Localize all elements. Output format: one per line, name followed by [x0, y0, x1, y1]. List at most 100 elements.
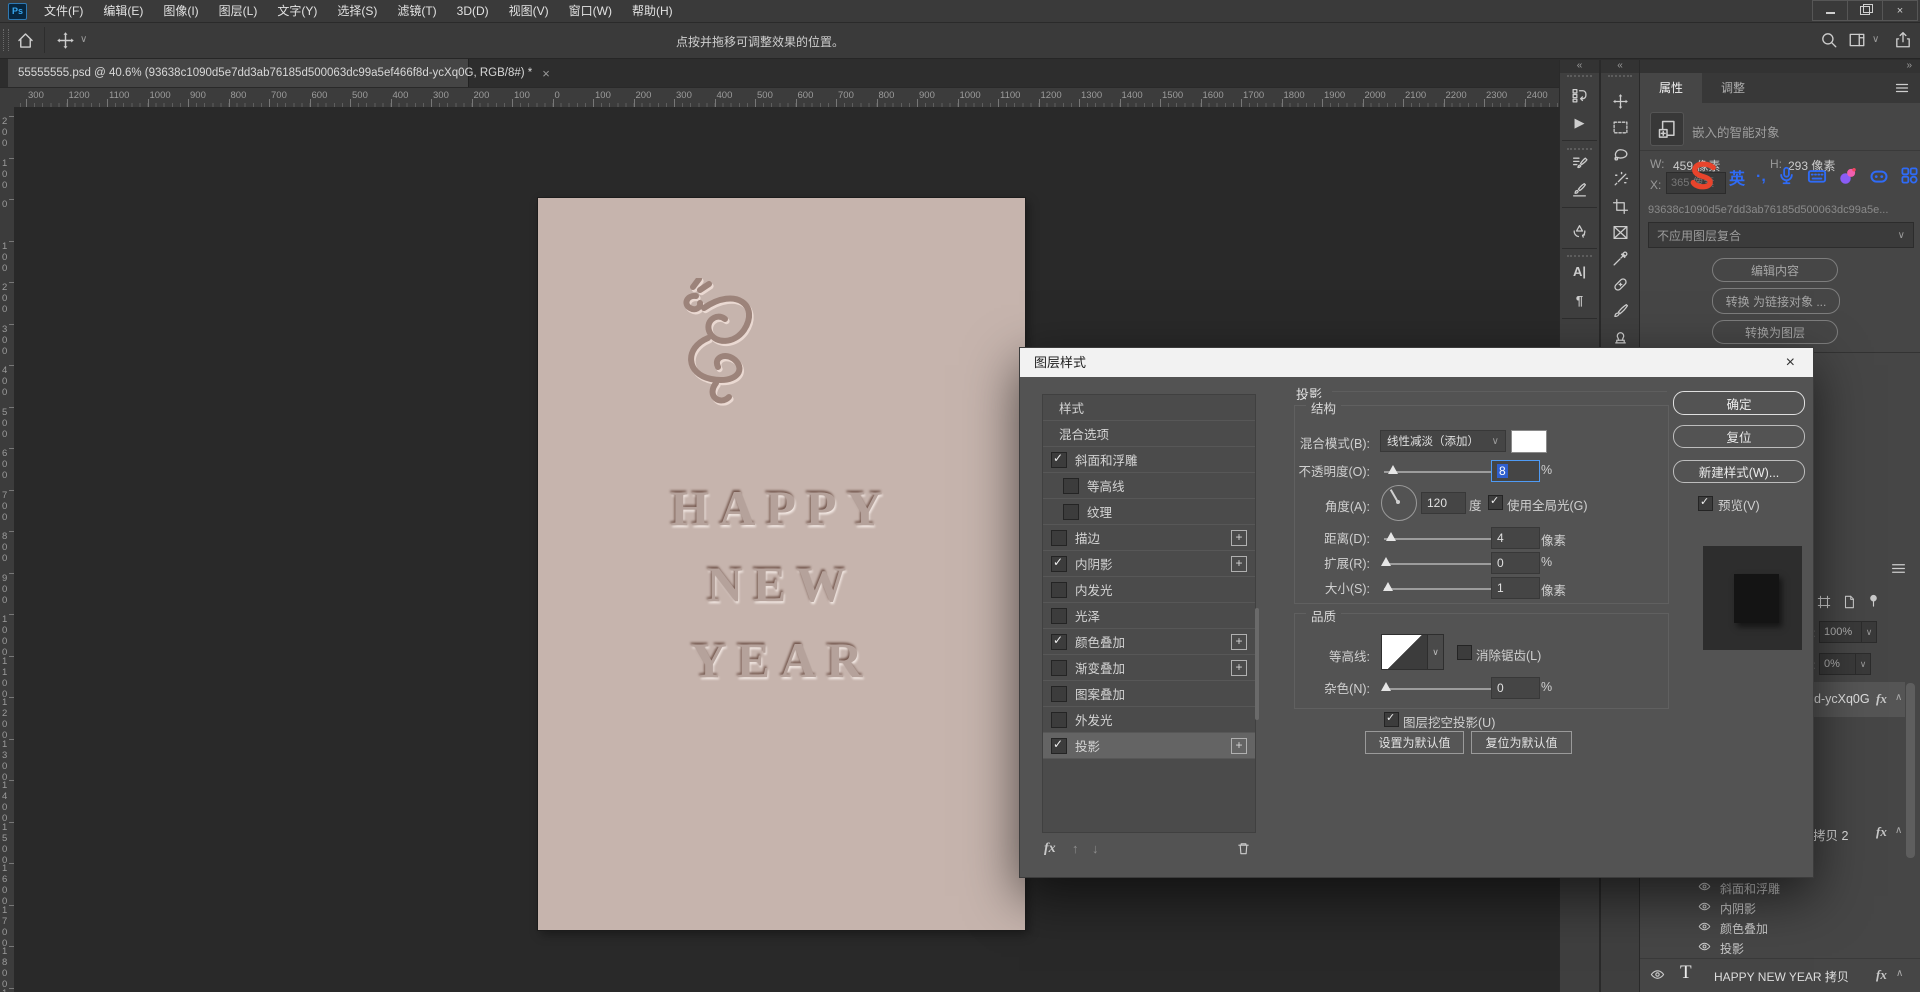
- global-light-checkbox[interactable]: [1488, 495, 1503, 510]
- distance-slider-thumb[interactable]: [1386, 532, 1396, 541]
- workspace-chevron[interactable]: ∨: [1872, 34, 1879, 45]
- shadow-color-swatch[interactable]: [1511, 430, 1547, 453]
- knockout-checkbox[interactable]: [1384, 712, 1399, 727]
- collapse-effects-icon[interactable]: ∧: [1895, 825, 1902, 836]
- skin-icon[interactable]: [1838, 166, 1858, 189]
- sogou-logo-icon[interactable]: [1688, 161, 1718, 194]
- menubar-item[interactable]: 选择(S): [327, 0, 387, 22]
- preview-checkbox[interactable]: [1698, 496, 1713, 511]
- actions-panel-icon[interactable]: ▶: [1568, 112, 1592, 134]
- style-row[interactable]: 外发光: [1043, 707, 1255, 733]
- move-effect-up-button[interactable]: ↑: [1072, 841, 1079, 856]
- noise-slider[interactable]: [1384, 688, 1501, 690]
- collapse-panels-icon[interactable]: «: [1560, 60, 1599, 73]
- close-button[interactable]: ×: [1882, 1, 1917, 20]
- style-row[interactable]: 颜色叠加+: [1043, 629, 1255, 655]
- spread-slider[interactable]: [1384, 563, 1501, 565]
- fill-chevron[interactable]: ∨: [1855, 653, 1871, 675]
- rotate-view-icon[interactable]: [1568, 219, 1592, 241]
- ime-symbols-button[interactable]: ·,: [1756, 168, 1766, 186]
- search-icon[interactable]: [1820, 31, 1838, 52]
- style-checkbox[interactable]: [1051, 660, 1067, 676]
- brushes-panel-icon[interactable]: [1568, 178, 1592, 200]
- eye-icon[interactable]: [1698, 900, 1711, 916]
- ok-button[interactable]: 确定: [1673, 391, 1805, 415]
- document-tab[interactable]: 55555555.psd @ 40.6% (93638c1090d5e7dd3a…: [8, 59, 469, 87]
- style-row[interactable]: 描边+: [1043, 525, 1255, 551]
- style-row[interactable]: 等高线: [1043, 473, 1255, 499]
- reset-default-button[interactable]: 复位为默认值: [1471, 731, 1572, 754]
- layer-effect-row[interactable]: 颜色叠加: [1645, 918, 1920, 938]
- noise-slider-thumb[interactable]: [1381, 682, 1391, 691]
- history-panel-icon[interactable]: [1568, 84, 1592, 106]
- opacity-field[interactable]: 8: [1491, 460, 1540, 482]
- move-effect-down-button[interactable]: ↓: [1092, 841, 1099, 856]
- blend-mode-dropdown[interactable]: 线性减淡（添加） ∨: [1380, 430, 1506, 452]
- style-row[interactable]: 混合选项: [1043, 421, 1255, 447]
- menubar-item[interactable]: 文字(Y): [267, 0, 327, 22]
- style-checkbox[interactable]: [1051, 686, 1067, 702]
- delete-effect-button[interactable]: [1236, 841, 1251, 859]
- style-checkbox[interactable]: [1063, 478, 1079, 494]
- style-checkbox[interactable]: [1051, 530, 1067, 546]
- style-checkbox[interactable]: [1063, 504, 1079, 520]
- move-tool[interactable]: [1608, 90, 1632, 112]
- eye-icon[interactable]: [1698, 920, 1711, 936]
- spot-healing-brush-tool[interactable]: [1608, 273, 1632, 295]
- layer-effect-row[interactable]: 斜面和浮雕: [1645, 878, 1920, 898]
- workspace-icon[interactable]: [1848, 31, 1866, 52]
- drag-grip[interactable]: [3, 29, 9, 51]
- contour-picker-chevron[interactable]: ∨: [1427, 634, 1444, 670]
- layer-effect-row[interactable]: 投影: [1645, 938, 1920, 958]
- collapse-effects-icon[interactable]: ∧: [1896, 968, 1903, 979]
- layers-scrollbar-thumb[interactable]: [1906, 683, 1915, 858]
- fill-value[interactable]: 0%: [1819, 653, 1859, 675]
- dialog-title[interactable]: 图层样式: [1020, 348, 1813, 377]
- tab-adjustments[interactable]: 调整: [1702, 73, 1764, 103]
- lock-page-icon[interactable]: [1842, 595, 1856, 612]
- menubar-item[interactable]: 视图(V): [499, 0, 559, 22]
- dialog-close-button[interactable]: ×: [1786, 348, 1795, 377]
- eye-icon[interactable]: [1698, 880, 1711, 896]
- menubar-item[interactable]: 文件(F): [34, 0, 93, 22]
- add-effect-instance-button[interactable]: +: [1231, 738, 1247, 754]
- crop-tool[interactable]: [1608, 195, 1632, 217]
- clone-stamp-tool[interactable]: [1608, 325, 1632, 347]
- restore-button[interactable]: [1847, 1, 1882, 20]
- rectangular-marquee-tool[interactable]: [1608, 116, 1632, 138]
- style-checkbox[interactable]: [1051, 738, 1067, 754]
- add-effect-fx-button[interactable]: fx: [1044, 841, 1056, 857]
- new-style-button[interactable]: 新建样式(W)...: [1673, 460, 1805, 483]
- edit-content-button[interactable]: 编辑内容: [1712, 258, 1838, 282]
- brush-settings-panel-icon[interactable]: [1568, 152, 1592, 174]
- quick-selection-tool[interactable]: [1608, 168, 1632, 190]
- selected-layer-row[interactable]: d-ycXq0G fx ∧: [1810, 682, 1905, 717]
- distance-field[interactable]: 4: [1491, 527, 1540, 549]
- share-icon[interactable]: [1894, 31, 1912, 52]
- ai-assistant-icon[interactable]: [1869, 166, 1889, 189]
- collapse-effects-icon[interactable]: ∧: [1895, 692, 1902, 703]
- opacity-value[interactable]: 100%: [1819, 621, 1865, 643]
- eyedropper-tool[interactable]: [1608, 247, 1632, 269]
- eye-icon[interactable]: [1698, 940, 1711, 956]
- opacity-slider-thumb[interactable]: [1388, 465, 1398, 474]
- size-slider[interactable]: [1384, 588, 1501, 590]
- character-panel-icon[interactable]: A|: [1568, 260, 1592, 282]
- tab-close-icon[interactable]: ×: [542, 66, 550, 81]
- collapse-dock-icon[interactable]: »: [1906, 60, 1912, 72]
- menubar-item[interactable]: 图层(L): [209, 0, 268, 22]
- menubar-item[interactable]: 窗口(W): [559, 0, 622, 22]
- toolbox-icon[interactable]: [1900, 166, 1919, 188]
- reset-button[interactable]: 复位: [1673, 425, 1805, 448]
- style-checkbox[interactable]: [1051, 556, 1067, 572]
- layer-effect-row[interactable]: 内阴影: [1645, 898, 1920, 918]
- style-row[interactable]: 斜面和浮雕: [1043, 447, 1255, 473]
- paragraph-panel-icon[interactable]: ¶: [1568, 289, 1592, 311]
- fx-badge[interactable]: fx: [1876, 691, 1887, 707]
- brush-tool[interactable]: [1608, 299, 1632, 321]
- move-tool-preset-icon[interactable]: [56, 31, 75, 53]
- convert-to-linked-button[interactable]: 转换 为链接对象 ...: [1712, 288, 1840, 314]
- microphone-icon[interactable]: [1777, 166, 1796, 188]
- size-field[interactable]: 1: [1491, 577, 1540, 599]
- style-checkbox[interactable]: [1051, 712, 1067, 728]
